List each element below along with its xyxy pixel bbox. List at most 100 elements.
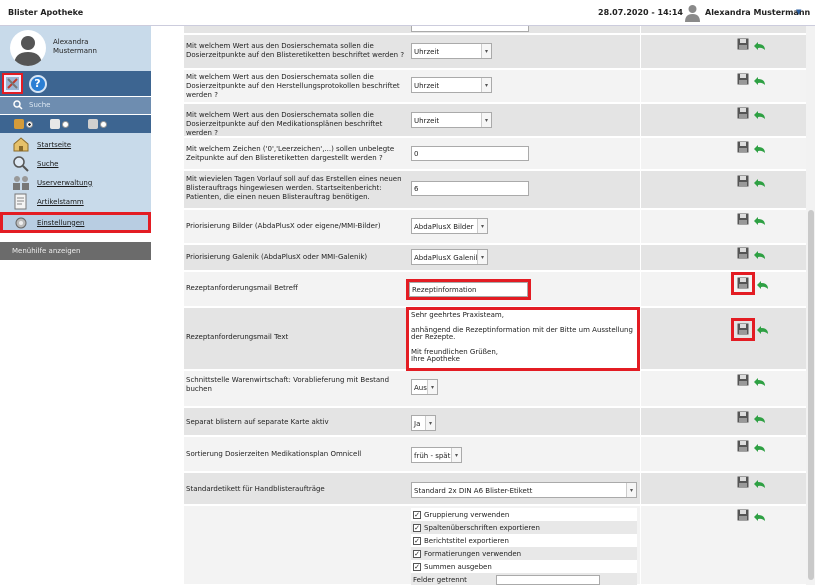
chevron-down-icon: ▾ [477,219,487,233]
user-name[interactable]: Alexandra Mustermann [705,8,810,17]
sidebar-item-userverwaltung[interactable]: Userverwaltung [0,173,151,192]
setting-select[interactable]: Ja ▾ [411,415,436,431]
save-icon[interactable] [737,247,749,259]
column-divider [640,26,641,585]
users-icon [13,176,29,190]
save-icon[interactable] [737,374,749,386]
chevron-down-icon[interactable]: ▼ [796,8,801,16]
settings-tool-button[interactable] [2,73,23,94]
settings-row: Sortierung Dosierzeiten Medikationsplan … [184,437,814,472]
settings-row: Separat blistern auf separate Karte akti… [184,408,814,436]
setting-select[interactable]: AbdaPlusX Bilder ▾ [411,218,488,234]
setting-select[interactable]: Aus ▾ [411,379,438,395]
export-option[interactable]: ✓ Berichtstitel exportieren [411,534,637,547]
save-icon[interactable] [737,38,749,50]
mail-text-line: anhängend die Rezeptinformation mit der … [411,325,633,341]
sidebar-item-artikelstamm[interactable]: Artikelstamm [0,192,151,211]
save-icon[interactable] [737,175,749,187]
scrollbar-thumb[interactable] [808,210,814,580]
search-icon [13,100,23,110]
filter-row [0,115,151,133]
sidebar-search[interactable]: Suche [0,97,151,114]
export-options: ✓ Gruppierung verwenden ✓ Spaltenüberschri… [411,508,637,585]
setting-select[interactable]: Uhrzeit ▾ [411,77,492,93]
settings-row [184,26,814,34]
filter-radio-3[interactable] [100,120,107,128]
mail-subject-input[interactable]: Rezeptinformation [406,279,531,300]
undo-icon[interactable] [753,216,766,226]
undo-icon[interactable] [753,110,766,120]
export-option-label: Formatierungen verwenden [424,549,522,558]
filter-option-3[interactable] [88,119,107,129]
undo-icon[interactable] [756,280,769,290]
undo-icon[interactable] [753,443,766,453]
undo-icon[interactable] [753,178,766,188]
export-option[interactable]: ✓ Summen ausgeben [411,560,637,573]
undo-icon[interactable] [756,325,769,335]
filter-option-2[interactable] [50,119,69,129]
sidebar-item-einstellungen[interactable]: Einstellungen [0,212,151,233]
save-icon[interactable] [737,476,749,488]
save-icon[interactable] [737,73,749,85]
setting-input[interactable]: 0 [411,146,529,161]
help-icon: ? [28,74,47,93]
undo-icon[interactable] [753,479,766,489]
checkbox-checked-icon[interactable]: ✓ [413,523,421,532]
save-icon[interactable] [737,411,749,423]
checkbox-checked-icon[interactable]: ✓ [413,536,421,545]
setting-input[interactable]: 6 [411,181,529,196]
export-option[interactable]: ✓ Formatierungen verwenden [411,547,637,560]
setting-label: Schnittstelle Warenwirtschaft: Vorablief… [186,376,390,393]
export-option[interactable]: ✓ Gruppierung verwenden [411,508,637,521]
checkbox-checked-icon[interactable]: ✓ [413,510,421,519]
setting-input[interactable] [411,26,529,32]
setting-select-value: Aus [414,384,427,392]
user-avatar-icon[interactable] [684,4,701,22]
blister-icon [50,119,60,129]
settings-icon [15,217,27,229]
export-option[interactable]: ✓ Spaltenüberschriften exportieren [411,521,637,534]
sidebar-item-suche[interactable]: Suche [0,154,151,173]
tools-icon [6,77,19,90]
filter-option-1[interactable] [14,119,33,129]
setting-label: Standardetikett für Handblisteraufträge [186,485,325,493]
setting-label: Rezeptanforderungsmail Betreff [186,284,298,292]
mail-text-textarea[interactable]: Sehr geehrtes Praxisteam, anhängend die … [406,307,640,371]
save-icon[interactable] [737,141,749,153]
separator-input[interactable] [496,575,600,585]
setting-select-value: AbdaPlusX Bilder [414,223,474,231]
settings-row: ✓ Gruppierung verwenden ✓ Spaltenüberschri… [184,506,814,585]
undo-icon[interactable] [753,414,766,424]
undo-icon[interactable] [753,250,766,260]
sidebar-item-startseite[interactable]: Startseite [0,135,151,154]
setting-select[interactable]: Standard 2x DIN A6 Blister-Etikett ▾ [411,482,637,498]
settings-row: Standardetikett für Handblisteraufträge … [184,473,814,505]
setting-select[interactable]: Uhrzeit ▾ [411,43,492,59]
help-button[interactable]: ? [27,73,48,94]
undo-icon[interactable] [753,76,766,86]
undo-icon[interactable] [753,512,766,522]
undo-icon[interactable] [753,41,766,51]
help-toggle-button[interactable]: Menühilfe anzeigen [0,242,151,260]
setting-select[interactable]: Uhrzeit ▾ [411,112,492,128]
undo-icon[interactable] [753,144,766,154]
settings-row: Rezeptanforderungsmail Betreff Rezeptinf… [184,272,814,307]
save-icon[interactable] [737,213,749,225]
setting-select[interactable]: AbdaPlusX Galenik ▾ [411,249,488,265]
checkbox-checked-icon[interactable]: ✓ [413,549,421,558]
save-icon[interactable] [737,107,749,119]
setting-label: Rezeptanforderungsmail Text [186,333,289,341]
export-option-label: Summen ausgeben [424,562,492,571]
filter-radio-2[interactable] [62,120,69,128]
save-icon[interactable] [737,440,749,452]
save-icon[interactable] [737,509,749,521]
save-icon[interactable] [731,272,755,295]
filter-radio-1[interactable] [26,120,33,128]
save-icon[interactable] [731,318,755,341]
undo-icon[interactable] [753,377,766,387]
profile-last-name: Mustermann [53,47,97,55]
setting-select[interactable]: früh - spät ▾ [411,447,462,463]
checkbox-checked-icon[interactable]: ✓ [413,562,421,571]
setting-select-value: Ja [414,420,421,428]
sidebar: Alexandra Mustermann ? Suche Startseite … [0,26,151,585]
